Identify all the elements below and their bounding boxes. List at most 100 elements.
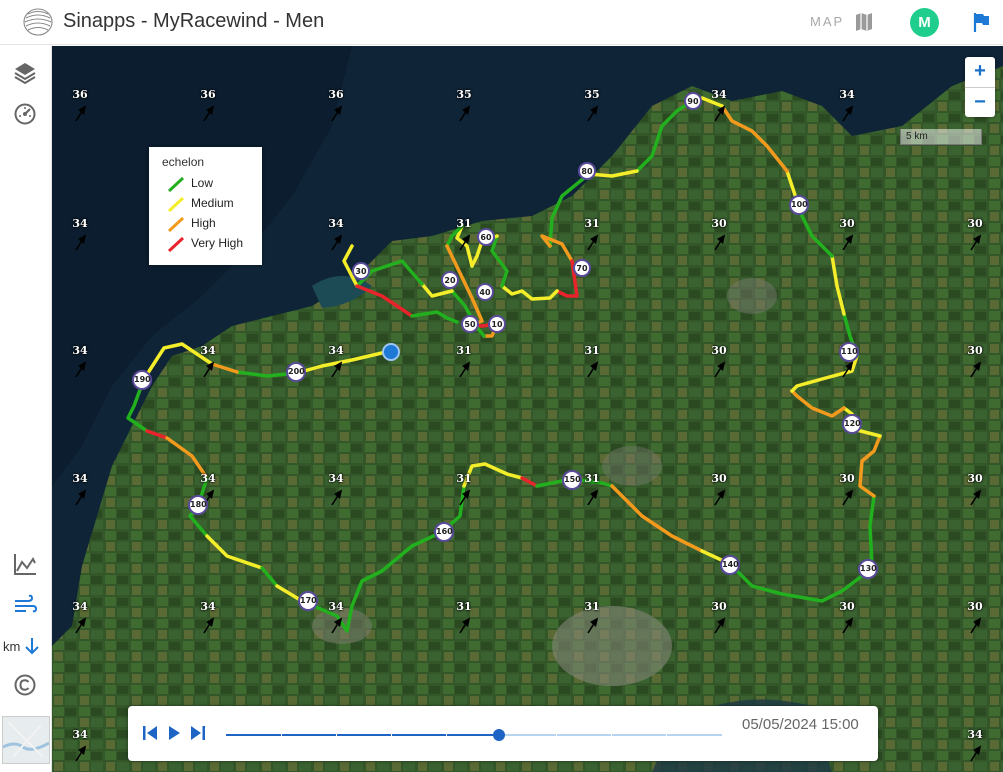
step-back-icon[interactable] — [140, 723, 160, 743]
wind-speed-label: 34 — [200, 472, 216, 485]
wind-speed-label: 30 — [839, 472, 855, 485]
wind-speed-label: 34 — [72, 344, 88, 357]
wind-speed-label: 30 — [967, 600, 983, 613]
wind-speed-label: 30 — [967, 472, 983, 485]
step-forward-icon[interactable] — [188, 723, 208, 743]
wind-speed-label: 30 — [839, 217, 855, 230]
legend-swatch — [167, 216, 185, 232]
timeline-progress — [226, 734, 499, 736]
timeline-player: 05/05/2024 15:00 — [128, 706, 878, 761]
wind-speed-label: 34 — [200, 344, 216, 357]
wind-speed-label: 34 — [328, 344, 344, 357]
chart-icon[interactable] — [12, 551, 38, 577]
wind-speed-label: 30 — [711, 472, 727, 485]
km-marker: 20 — [441, 271, 459, 289]
km-marker: 50 — [461, 315, 479, 333]
wind-speed-label: 34 — [711, 88, 727, 101]
unit-label: km — [3, 638, 21, 654]
legend-swatch — [167, 236, 185, 252]
wind-speed-label: 34 — [839, 88, 855, 101]
wind-speed-label: 35 — [456, 88, 472, 101]
zoom-in-button[interactable]: + — [965, 57, 995, 87]
app-logo-icon — [23, 8, 53, 36]
wind-speed-label: 34 — [72, 728, 88, 741]
wind-speed-label: 30 — [711, 344, 727, 357]
km-marker: 130 — [858, 559, 878, 579]
user-avatar[interactable]: M — [910, 8, 939, 37]
distance-unit-toggle[interactable]: km — [3, 637, 49, 657]
wind-speed-label: 34 — [200, 600, 216, 613]
scale-bar: 5 km — [900, 129, 982, 145]
play-icon[interactable] — [164, 723, 184, 743]
km-marker: 40 — [476, 283, 494, 301]
top-bar: Sinapps - MyRacewind - Men MAP M — [0, 0, 1003, 45]
arrow-down-icon — [25, 638, 39, 655]
wind-speed-label: 31 — [456, 344, 472, 357]
legend-swatch — [167, 196, 185, 212]
wind-speed-label: 31 — [456, 600, 472, 613]
zoom-control: + − — [965, 57, 995, 117]
km-marker: 70 — [573, 259, 591, 277]
km-marker: 60 — [477, 228, 495, 246]
wind-speed-label: 34 — [967, 728, 983, 741]
km-marker: 190 — [132, 370, 152, 390]
wind-speed-label: 30 — [967, 344, 983, 357]
app-title: Sinapps - MyRacewind - Men — [63, 10, 325, 32]
timeline-slider[interactable] — [226, 729, 722, 741]
left-sidebar: km — [0, 46, 52, 772]
wind-speed-label: 35 — [584, 88, 600, 101]
wind-speed-label: 34 — [328, 217, 344, 230]
km-marker: 180 — [188, 495, 208, 515]
km-marker: 30 — [352, 262, 370, 280]
legend-label: High — [191, 216, 216, 230]
wind-speed-label: 36 — [72, 88, 88, 101]
echelon-legend: echelon Low Medium High Very High — [149, 147, 262, 265]
map-label[interactable]: MAP — [810, 14, 844, 29]
wind-speed-label: 34 — [72, 472, 88, 485]
wind-speed-label: 36 — [328, 88, 344, 101]
wind-icon[interactable] — [12, 592, 38, 618]
km-marker: 10 — [488, 315, 506, 333]
wind-speed-label: 34 — [72, 217, 88, 230]
wind-speed-label: 31 — [456, 217, 472, 230]
wind-speed-label: 34 — [72, 600, 88, 613]
timeline-thumb[interactable] — [492, 729, 505, 741]
km-marker: 120 — [842, 414, 862, 434]
minimap-thumbnail[interactable] — [2, 716, 50, 764]
km-marker: 160 — [434, 522, 454, 542]
map-icon[interactable] — [854, 11, 874, 33]
wind-speed-label: 31 — [584, 600, 600, 613]
wind-speed-label: 31 — [456, 472, 472, 485]
zoom-out-button[interactable]: − — [965, 87, 995, 118]
km-marker: 200 — [286, 362, 306, 382]
legend-label: Medium — [191, 196, 234, 210]
wind-speed-label: 30 — [711, 217, 727, 230]
km-marker: 110 — [839, 342, 859, 362]
wind-speed-label: 31 — [584, 472, 600, 485]
legend-label: Very High — [191, 236, 244, 250]
map-view[interactable]: 36 36 36 35 35 34 34 34 34 31 31 30 30 3… — [52, 46, 1003, 772]
layers-icon[interactable] — [12, 60, 38, 86]
wind-speed-label: 31 — [584, 344, 600, 357]
speedometer-icon[interactable] — [12, 101, 38, 127]
wind-speed-label: 30 — [839, 600, 855, 613]
legend-label: Low — [191, 176, 214, 190]
wind-speed-label: 31 — [584, 217, 600, 230]
wind-speed-label: 34 — [328, 472, 344, 485]
km-marker: 140 — [720, 555, 740, 575]
current-datetime: 05/05/2024 15:00 — [742, 716, 859, 733]
copyright-icon[interactable] — [12, 672, 38, 698]
km-marker: 80 — [578, 162, 596, 180]
wind-speed-label: 30 — [967, 217, 983, 230]
legend-swatch — [167, 176, 185, 192]
flag-icon[interactable] — [971, 11, 991, 33]
km-marker: 100 — [789, 195, 809, 215]
legend-title: echelon — [162, 155, 205, 169]
wind-speed-label: 36 — [200, 88, 216, 101]
current-position-marker[interactable] — [382, 343, 400, 361]
km-marker: 90 — [684, 92, 702, 110]
km-marker: 170 — [298, 591, 318, 611]
km-marker: 150 — [562, 470, 582, 490]
wind-speed-label: 30 — [711, 600, 727, 613]
wind-speed-label: 34 — [328, 600, 344, 613]
